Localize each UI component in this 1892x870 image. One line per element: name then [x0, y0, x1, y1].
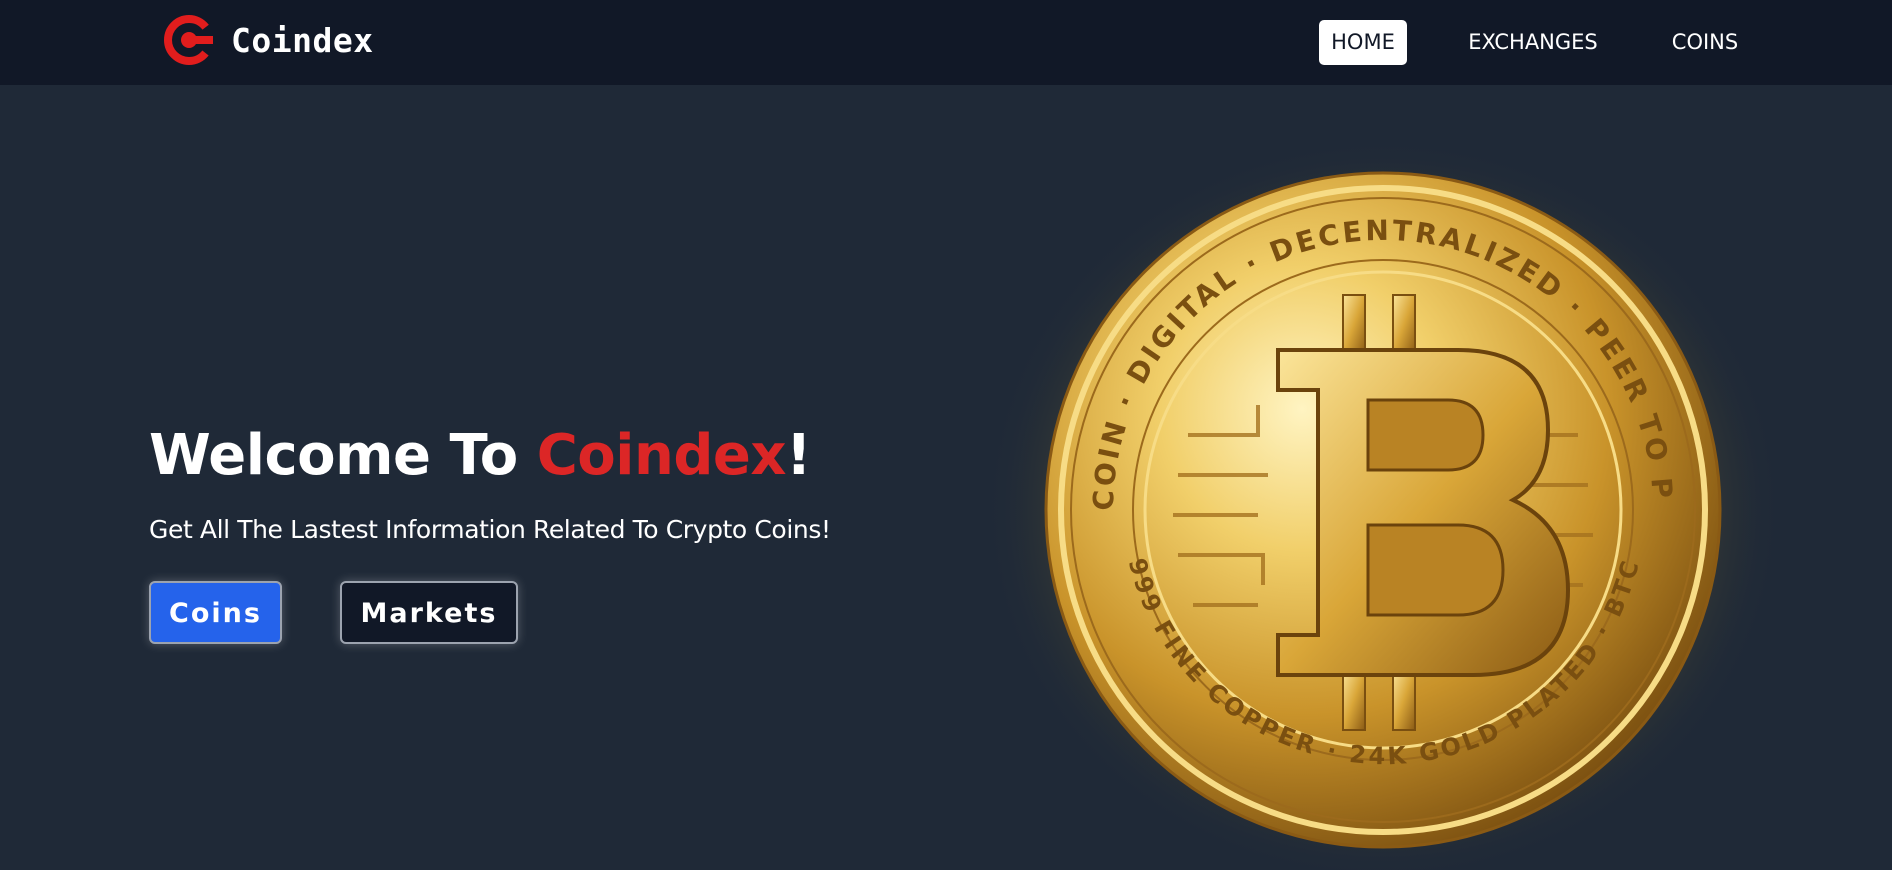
nav-coins-link[interactable]: COINS [1660, 20, 1750, 65]
bitcoin-coin-image: BITCOIN · DIGITAL · DECENTRALIZED · PEER… [958, 105, 1814, 870]
coindex-logo-icon [164, 15, 214, 65]
brand-link[interactable]: Coindex [163, 14, 374, 66]
hero-title-prefix: Welcome To [149, 423, 537, 488]
hero-title-suffix: ! [786, 423, 812, 488]
nav-home-link[interactable]: HOME [1319, 20, 1407, 65]
brand-name: Coindex [231, 20, 374, 60]
hero-subtitle: Get All The Lastest Information Related … [149, 515, 831, 544]
navbar: Coindex HOME EXCHANGES COINS [0, 0, 1892, 85]
hero-title: Welcome To Coindex! [149, 418, 812, 494]
coins-button[interactable]: Coins [149, 581, 282, 644]
hero-title-accent: Coindex [536, 423, 787, 488]
nav-exchanges-link[interactable]: EXCHANGES [1458, 20, 1608, 65]
markets-button[interactable]: Markets [340, 581, 518, 644]
